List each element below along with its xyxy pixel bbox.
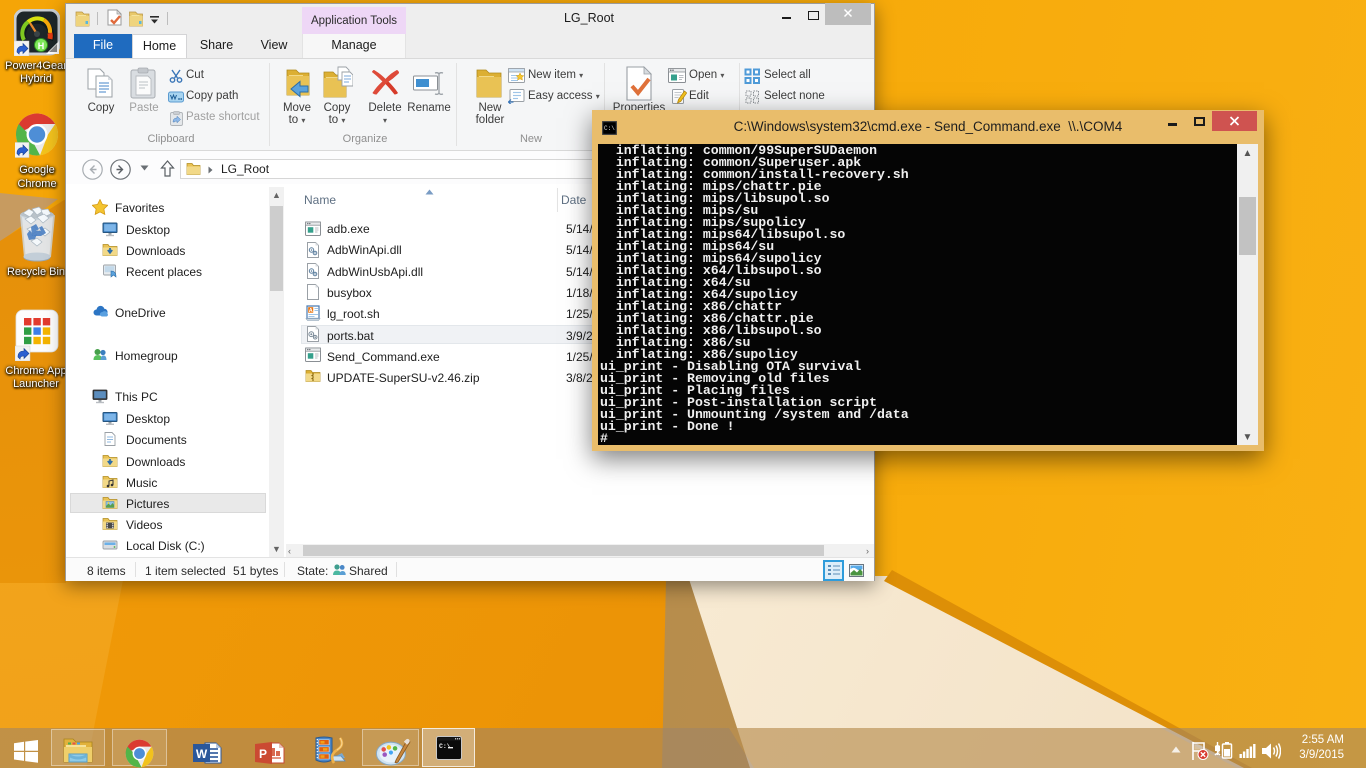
svg-text:C:\: C:\ [604,125,615,132]
svg-text:W: W [196,747,208,761]
svg-text:P: P [259,747,267,761]
svg-text:C:\: C:\ [439,743,451,750]
svg-text:H: H [38,41,45,51]
svg-text:A: A [309,308,313,314]
